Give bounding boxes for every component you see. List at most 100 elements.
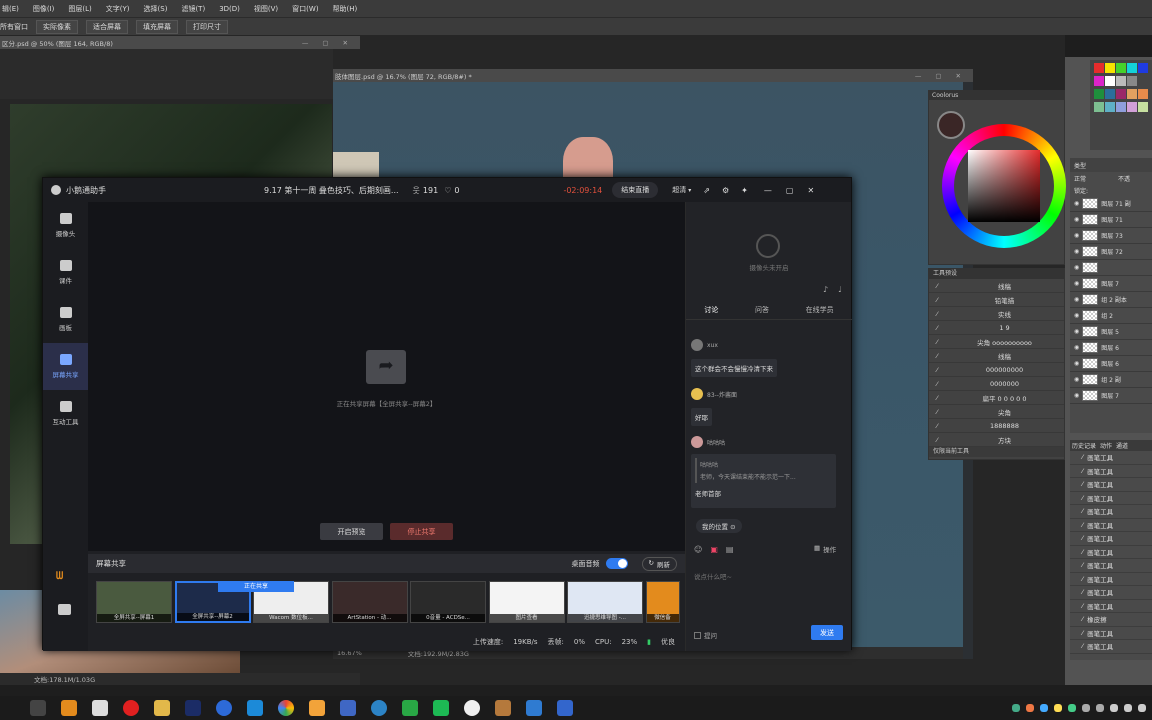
saturation-square[interactable] bbox=[968, 150, 1040, 222]
history-item[interactable]: ⁄ 画笔工具 bbox=[1070, 505, 1152, 519]
close-icon[interactable]: ✕ bbox=[807, 186, 814, 195]
layer-row[interactable]: ◉ 图层 5 bbox=[1070, 324, 1152, 340]
history-item[interactable]: ⁄ 画笔工具 bbox=[1070, 546, 1152, 559]
swatch[interactable] bbox=[1093, 62, 1104, 73]
eye-icon[interactable]: ◉ bbox=[1074, 216, 1079, 223]
history-item[interactable]: ⁄ 画笔工具 bbox=[1070, 465, 1152, 478]
qq-icon[interactable] bbox=[464, 700, 480, 716]
maximize-icon[interactable]: ▢ bbox=[786, 186, 794, 195]
layer-row[interactable]: ◉ 组 2 副 bbox=[1070, 372, 1152, 388]
tool-preset-item[interactable]: ⁄ 0000000 bbox=[929, 377, 1064, 391]
eye-icon[interactable]: ◉ bbox=[1074, 392, 1079, 399]
eye-icon[interactable]: ◉ bbox=[1074, 200, 1079, 207]
app4-icon[interactable] bbox=[526, 700, 542, 716]
end-live-button[interactable]: 结束直播 bbox=[612, 182, 659, 198]
blend-mode[interactable]: 正常 bbox=[1074, 174, 1086, 183]
layer-row[interactable]: ◉ 图层 73 bbox=[1070, 228, 1152, 244]
history-item[interactable]: ⁄ 画笔工具 bbox=[1070, 559, 1152, 573]
menu-select[interactable]: 选择(S) bbox=[142, 4, 170, 14]
tab-online-students[interactable]: 在线学员 bbox=[806, 305, 834, 315]
browser-icon[interactable] bbox=[371, 700, 387, 716]
sidebar-item[interactable]: 屏幕共享 bbox=[43, 343, 88, 390]
taskview-icon[interactable] bbox=[30, 700, 46, 716]
wechat-icon[interactable] bbox=[433, 700, 449, 716]
tool-preset-item[interactable]: ⁄ 尖角 oooooooooo bbox=[929, 335, 1064, 349]
ask-checkbox[interactable]: 提问 bbox=[694, 630, 717, 640]
history-item[interactable]: ⁄ 画笔工具 bbox=[1070, 519, 1152, 532]
weibo-icon[interactable] bbox=[123, 700, 139, 716]
eye-icon[interactable]: ◉ bbox=[1074, 248, 1079, 255]
menu-filter[interactable]: 滤镜(T) bbox=[179, 4, 207, 14]
layer-row[interactable]: ◉ 组 2 副本 bbox=[1070, 292, 1152, 308]
layer-row[interactable]: ◉ bbox=[1070, 260, 1152, 276]
active-app-icon[interactable] bbox=[495, 700, 511, 716]
eye-icon[interactable]: ◉ bbox=[1074, 232, 1079, 239]
menu-3d[interactable]: 3D(D) bbox=[217, 5, 242, 13]
share-source-thumbnail[interactable]: 全屏共享--屏幕1 bbox=[96, 581, 172, 623]
folder-icon[interactable]: ▤ bbox=[726, 545, 734, 554]
layer-row[interactable]: ◉ 图层 7 bbox=[1070, 276, 1152, 292]
operate-button[interactable]: ▦ 操作 bbox=[814, 544, 836, 554]
history-item[interactable]: ⁄ 画笔工具 bbox=[1070, 640, 1152, 654]
quality-select[interactable]: 超清 bbox=[672, 185, 686, 195]
history-item[interactable]: ⁄ 画笔工具 bbox=[1070, 627, 1152, 640]
menu-window[interactable]: 窗口(W) bbox=[290, 4, 320, 14]
layer-row[interactable]: ◉ 图层 72 bbox=[1070, 244, 1152, 260]
layer-row[interactable]: ◉ 图层 6 bbox=[1070, 340, 1152, 356]
layer-row[interactable]: ◉ 图层 7 bbox=[1070, 388, 1152, 404]
eye-icon[interactable]: ◉ bbox=[1074, 328, 1079, 335]
tool-preset-item[interactable]: ⁄ 1888888 bbox=[929, 419, 1064, 433]
sidebar-item[interactable]: 摄像头 bbox=[43, 202, 88, 249]
tool-preset-item[interactable]: ⁄ 线稿 bbox=[929, 349, 1064, 363]
open-preview-button[interactable]: 开启预览 bbox=[320, 523, 383, 540]
doc2-window-controls[interactable]: — ▢ ✕ bbox=[915, 72, 973, 80]
history-item[interactable]: ⁄ 画笔工具 bbox=[1070, 492, 1152, 505]
my-position-button[interactable]: 我的位置 ⊙ bbox=[696, 519, 742, 533]
eye-icon[interactable]: ◉ bbox=[1074, 264, 1079, 271]
add-device-icon[interactable] bbox=[58, 604, 71, 615]
menu-help[interactable]: 帮助(H) bbox=[331, 4, 360, 14]
share-source-thumbnail[interactable]: ArtStation - 动... bbox=[331, 581, 408, 623]
sidebar-item[interactable]: 画板 bbox=[43, 296, 88, 343]
opacity-label[interactable]: 不透 bbox=[1118, 174, 1130, 183]
menu-type[interactable]: 文字(Y) bbox=[104, 4, 132, 14]
history-item[interactable]: ⁄ 画笔工具 bbox=[1070, 600, 1152, 613]
menu-view[interactable]: 视图(V) bbox=[252, 4, 280, 14]
share-source-thumbnail[interactable]: 微信备 bbox=[645, 581, 680, 623]
history-item[interactable]: ⁄ 画笔工具 bbox=[1070, 573, 1152, 586]
color-wheel[interactable] bbox=[942, 124, 1066, 248]
file-icon[interactable] bbox=[92, 700, 108, 716]
desktop-audio-toggle[interactable] bbox=[605, 558, 628, 569]
doc1-window-controls[interactable]: — ▢ ✕ bbox=[302, 39, 360, 47]
refresh-button[interactable]: ↻ 刷新 bbox=[641, 556, 677, 571]
foreground-color-swatch[interactable] bbox=[937, 111, 965, 139]
actual-pixels-button[interactable]: 实际像素 bbox=[36, 19, 78, 34]
tool-preset-item[interactable]: ⁄ 1 9 bbox=[929, 321, 1064, 335]
fill-screen-button[interactable]: 填充屏幕 bbox=[136, 19, 178, 34]
eye-icon[interactable]: ◉ bbox=[1074, 312, 1079, 319]
history-item[interactable]: ⁄ 画笔工具 bbox=[1070, 532, 1152, 546]
tool-preset-item[interactable]: ⁄ 尖角 bbox=[929, 405, 1064, 419]
chat-input[interactable]: 说点什么吧~ bbox=[694, 571, 732, 581]
share-source-thumbnail[interactable]: 0音量 - ACDSe... bbox=[410, 581, 486, 623]
eye-icon[interactable]: ◉ bbox=[1074, 344, 1079, 351]
swatch-grid[interactable] bbox=[1090, 60, 1152, 116]
pin-icon[interactable]: ✦ bbox=[741, 186, 748, 195]
audio-icon[interactable]: ♪ bbox=[823, 285, 828, 294]
eye-icon[interactable]: ◉ bbox=[1074, 376, 1079, 383]
history-item[interactable]: ⁄ 橡皮擦 bbox=[1070, 613, 1152, 627]
chrome-icon[interactable] bbox=[278, 700, 294, 716]
xiaoetong-icon[interactable] bbox=[557, 700, 573, 716]
explorer-icon[interactable] bbox=[154, 700, 170, 716]
chevron-down-icon[interactable]: ▾ bbox=[688, 187, 691, 194]
tool-preset-item[interactable]: ⁄ 扁平 0 0 0 0 0 bbox=[929, 391, 1064, 405]
player-icon[interactable] bbox=[402, 700, 418, 716]
print-size-button[interactable]: 打印尺寸 bbox=[186, 19, 228, 34]
history-item[interactable]: ⁄ 画笔工具 bbox=[1070, 478, 1152, 492]
history-item[interactable]: ⁄ 画笔工具 bbox=[1070, 586, 1152, 600]
tool-preset-item[interactable]: ⁄ 实线 bbox=[929, 307, 1064, 321]
menu-layer[interactable]: 图层(L) bbox=[66, 4, 93, 14]
settings-icon[interactable]: ⚙ bbox=[722, 186, 729, 195]
stop-share-button[interactable]: 停止共享 bbox=[390, 523, 453, 540]
share-source-thumbnail[interactable]: 迅捷思维导图 -... bbox=[567, 581, 643, 623]
